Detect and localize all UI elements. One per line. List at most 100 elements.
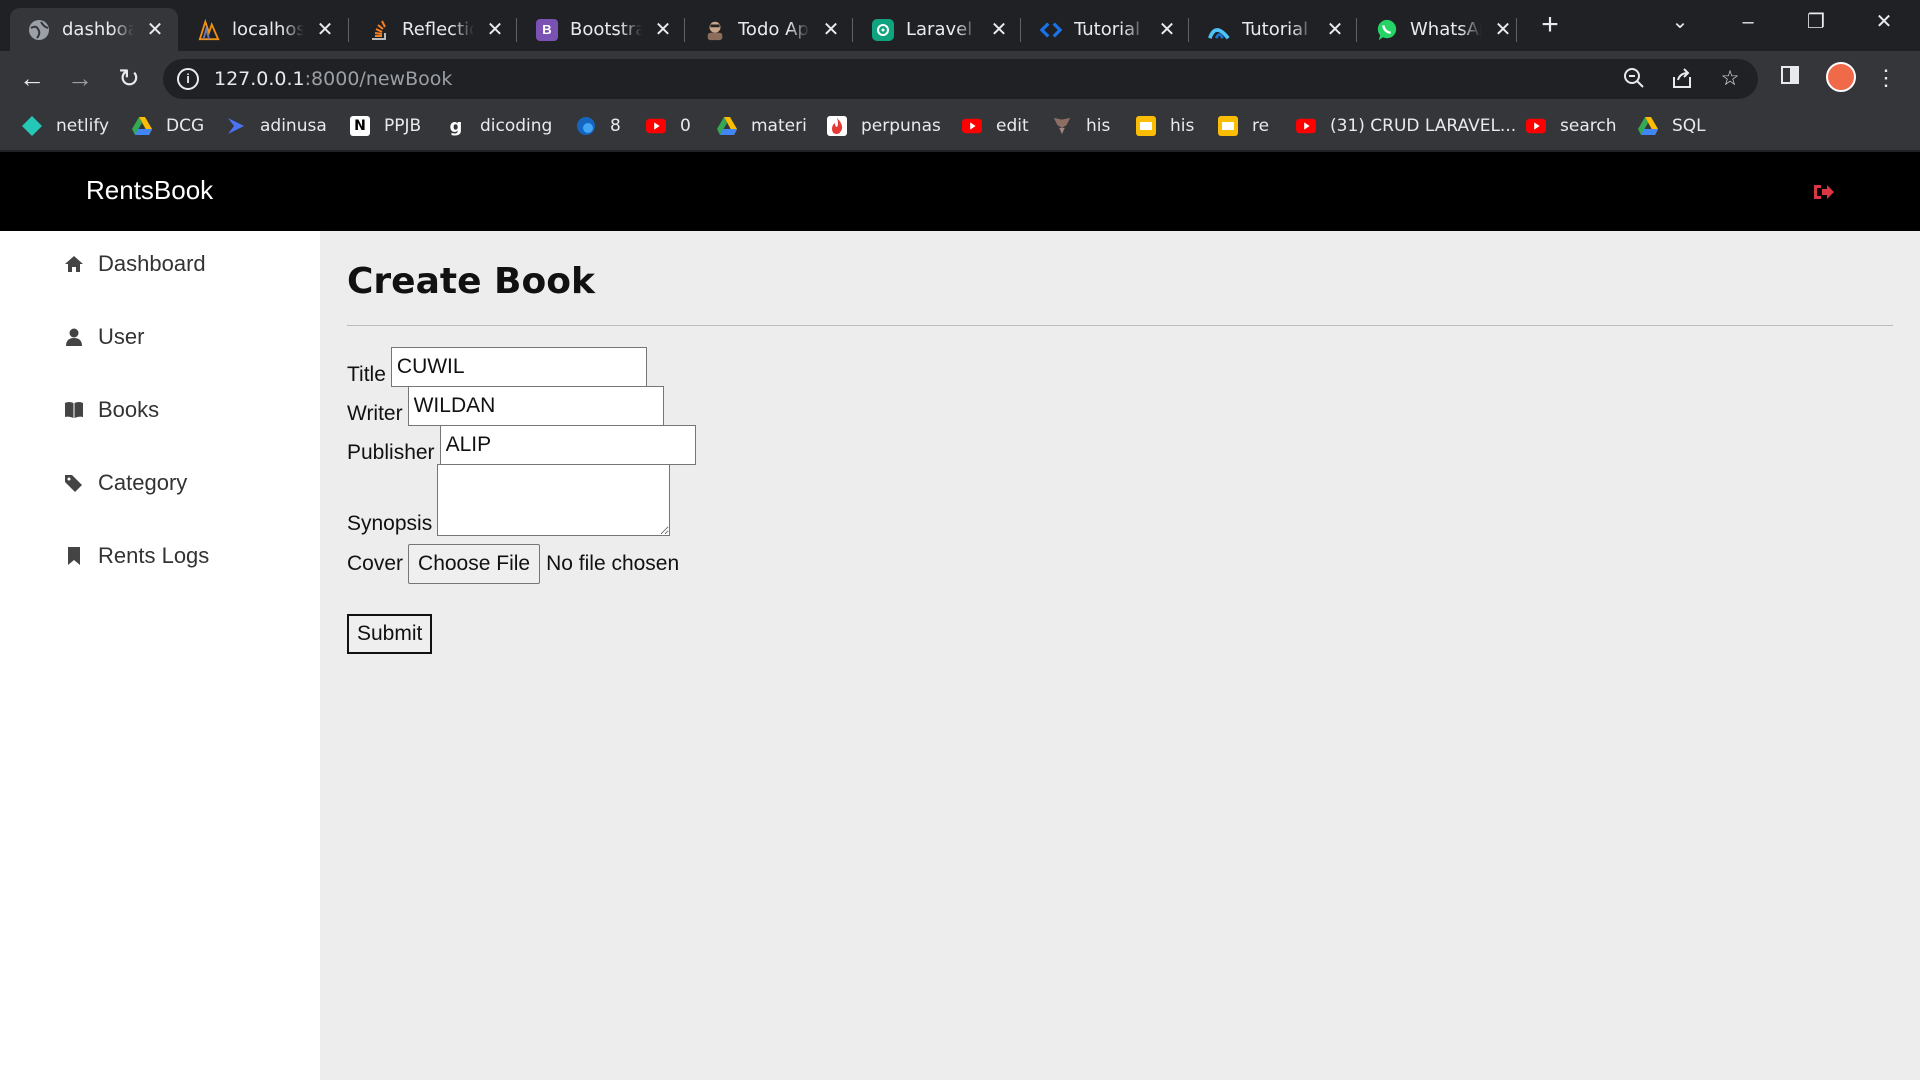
bookmarks-bar: netlify DCG adinusa N PPJB g dicoding 8 … (0, 105, 1920, 151)
new-tab-button[interactable]: + (1535, 10, 1565, 40)
publisher-label: Publisher (347, 441, 435, 464)
close-window-button[interactable]: ✕ (1864, 6, 1904, 38)
close-icon[interactable]: ✕ (484, 17, 506, 42)
tab-separator (348, 18, 349, 42)
tags-icon (64, 473, 84, 493)
sidebar-item-label: Books (98, 397, 160, 422)
restore-button[interactable]: ❐ (1796, 6, 1836, 38)
close-icon[interactable]: ✕ (1324, 17, 1346, 42)
chatgpt-icon (872, 18, 894, 41)
tab-title: Todo App (738, 19, 810, 40)
zoom-icon[interactable] (1622, 67, 1646, 91)
star-icon[interactable]: ☆ (1718, 67, 1742, 91)
sidebar-item-books[interactable]: Books (64, 397, 159, 423)
synopsis-label: Synopsis (347, 512, 433, 535)
bookmark-edit[interactable]: edit (962, 116, 1029, 136)
phpmyadmin-icon (198, 18, 220, 41)
tab-title: WhatsApp (1410, 19, 1482, 40)
youtube-icon (962, 116, 982, 136)
sidebar-item-label: Dashboard (98, 251, 206, 276)
bookmark-re[interactable]: re (1218, 116, 1269, 136)
bookmark-sql[interactable]: SQL (1638, 116, 1706, 136)
side-panel-icon[interactable] (1774, 62, 1806, 94)
publisher-input[interactable] (439, 425, 696, 465)
bookmark-8[interactable]: 8 (576, 116, 621, 136)
bookmark-crud-laravel[interactable]: (31) CRUD LARAVEL... (1296, 116, 1516, 136)
close-icon[interactable]: ✕ (144, 17, 166, 42)
title-input[interactable] (390, 347, 647, 387)
synopsis-textarea[interactable] (437, 464, 671, 536)
writer-input[interactable] (407, 386, 664, 426)
tab-whatsapp[interactable]: WhatsApp ✕ (1358, 8, 1526, 51)
youtube-icon (1296, 116, 1316, 136)
submit-button[interactable]: Submit (347, 614, 433, 654)
forward-button[interactable]: → (63, 61, 97, 95)
site-info-icon[interactable]: i (177, 68, 199, 90)
bookmark-0[interactable]: 0 (646, 116, 691, 136)
close-icon[interactable]: ✕ (314, 17, 336, 42)
share-icon[interactable] (1670, 67, 1694, 91)
user-icon (64, 327, 84, 347)
bookmark-search[interactable]: search (1526, 116, 1616, 136)
bookmark-netlify[interactable]: netlify (22, 116, 109, 136)
tab-search-chevron-icon[interactable]: ⌄ (1660, 6, 1700, 38)
book-icon (64, 400, 84, 420)
tab-localhost[interactable]: localhost ✕ (180, 8, 348, 51)
browser-toolbar: ← → ↻ i 127.0.0.1:8000/newBook ☆ ⋮ (0, 51, 1920, 105)
cover-label: Cover (347, 552, 404, 575)
slides-icon (1218, 116, 1238, 136)
bookmark-ppjb[interactable]: N PPJB (350, 116, 421, 136)
address-url[interactable]: 127.0.0.1:8000/newBook (214, 68, 452, 90)
bootstrap-icon: B (536, 18, 558, 41)
menu-icon[interactable]: ⋮ (1870, 62, 1902, 94)
tab-dashboard[interactable]: dashboard ✕ (10, 8, 178, 51)
tab-bootstrap[interactable]: B Bootstrap ✕ (518, 8, 686, 51)
sidebar-item-label: Category (98, 470, 188, 495)
choose-file-button[interactable]: Choose File (408, 544, 541, 584)
bookmark-dcg[interactable]: DCG (132, 116, 204, 136)
tab-reflection[interactable]: Reflection ✕ (350, 8, 518, 51)
close-icon[interactable]: ✕ (1492, 17, 1514, 42)
slides-icon (1136, 116, 1156, 136)
sidebar-item-category[interactable]: Category (64, 470, 187, 496)
back-button[interactable]: ← (15, 61, 49, 95)
logout-icon[interactable] (1812, 182, 1836, 202)
reload-button[interactable]: ↻ (112, 61, 146, 95)
drive-icon (132, 116, 152, 136)
bookmark-his-2[interactable]: his (1136, 116, 1194, 136)
tab-separator (852, 18, 853, 42)
sidebar-item-rents-logs[interactable]: Rents Logs (64, 543, 209, 569)
sidebar-item-dashboard[interactable]: Dashboard (64, 251, 206, 277)
drive-icon (717, 116, 737, 136)
file-status: No file chosen (546, 552, 680, 575)
notion-icon: N (350, 116, 370, 136)
app-navbar: RentsBook (0, 152, 1920, 231)
bookmark-dicoding[interactable]: g dicoding (446, 115, 553, 137)
profile-avatar[interactable] (1826, 62, 1856, 92)
youtube-icon (1526, 116, 1546, 136)
tab-tutorial-2[interactable]: Tutorial ✕ (1190, 8, 1358, 51)
address-bar[interactable]: i 127.0.0.1:8000/newBook ☆ (163, 59, 1758, 99)
minimize-button[interactable]: – (1728, 6, 1768, 38)
tab-todo-app[interactable]: Todo App ✕ (686, 8, 854, 51)
cover-row: Cover Choose File No file chosen (347, 544, 679, 584)
bookmark-perpunas[interactable]: perpunas (827, 116, 941, 136)
bookmark-materi[interactable]: materi (717, 116, 807, 136)
close-icon[interactable]: ✕ (820, 17, 842, 42)
web-page: RentsBook Dashboard User Books Category … (0, 152, 1920, 1080)
sidebar-item-user[interactable]: User (64, 324, 144, 350)
tab-title: Tutorial (1242, 19, 1309, 40)
tab-tutorial-1[interactable]: Tutorial ✕ (1022, 8, 1190, 51)
close-icon[interactable]: ✕ (988, 17, 1010, 42)
bookmark-adinusa[interactable]: adinusa (226, 116, 327, 136)
tab-title: dashboard (62, 19, 134, 40)
close-icon[interactable]: ✕ (652, 17, 674, 42)
synopsis-row: Synopsis (347, 464, 671, 536)
brand-title[interactable]: RentsBook (86, 175, 213, 206)
tab-separator (516, 18, 517, 42)
tab-laravel[interactable]: Laravel r ✕ (854, 8, 1022, 51)
title-label: Title (347, 363, 386, 386)
close-icon[interactable]: ✕ (1156, 17, 1178, 42)
dicoding-icon: g (449, 115, 463, 137)
bookmark-his-1[interactable]: his (1052, 116, 1110, 136)
